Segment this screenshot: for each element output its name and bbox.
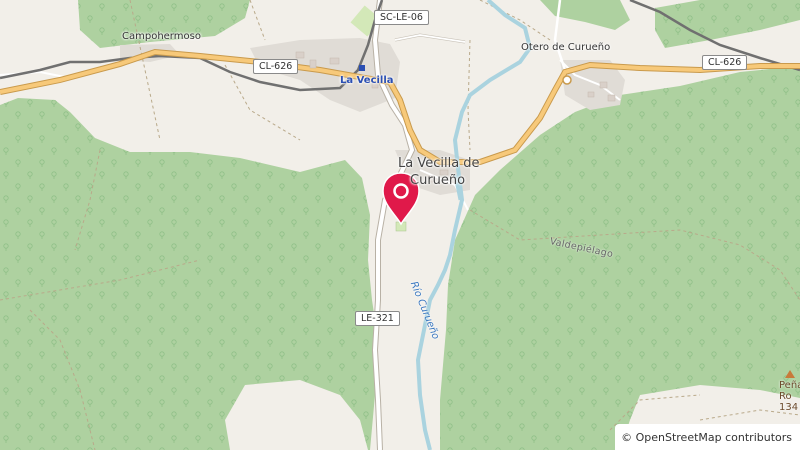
town-label-line-1: La Vecilla de	[398, 156, 480, 171]
peak-label-line-3: 134	[779, 402, 799, 413]
road-shield-cl-626-east: CL-626	[702, 55, 748, 70]
peak-label-line-1: Peña	[779, 380, 800, 391]
building	[607, 94, 616, 102]
building	[329, 57, 340, 65]
peak-label: Peña Ro 134	[779, 380, 800, 413]
roundabout	[562, 75, 572, 85]
station-label-la-vecilla: La Vecilla	[340, 75, 394, 86]
attribution[interactable]: © OpenStreetMap contributors	[615, 424, 800, 450]
building	[587, 91, 595, 98]
place-label-campohermoso: Campohermoso	[122, 31, 201, 42]
town-label-line-2: Curueño	[410, 173, 466, 188]
building	[295, 51, 305, 59]
road-shield-le-321: LE-321	[355, 311, 400, 326]
road-shield-sc-le-06: SC-LE-06	[374, 10, 429, 25]
attribution-text[interactable]: © OpenStreetMap contributors	[621, 431, 792, 444]
map-layers	[0, 0, 800, 450]
peak-label-line-2: Ro	[779, 391, 792, 402]
building	[599, 81, 608, 89]
building	[309, 59, 317, 69]
station-icon	[359, 65, 365, 71]
map-canvas[interactable]: Campohermoso Otero de Curueño La Vecilla…	[0, 0, 800, 450]
road-shield-cl-626-west: CL-626	[253, 59, 299, 74]
place-label-otero: Otero de Curueño	[521, 42, 611, 53]
